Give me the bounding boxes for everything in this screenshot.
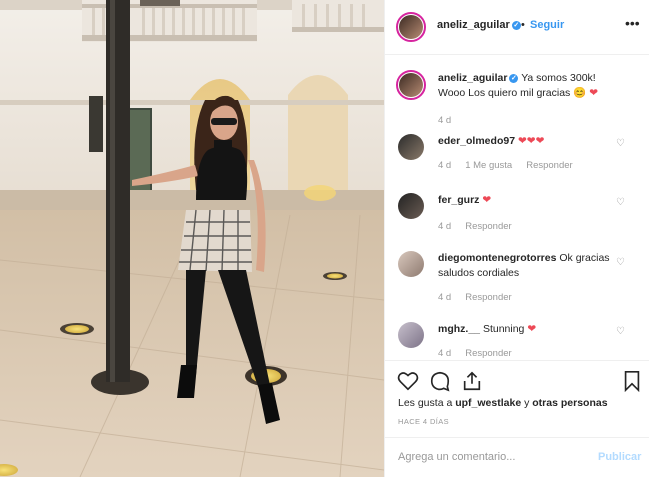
comment-meta: 4 d Responder	[438, 348, 526, 358]
commenter-avatar[interactable]	[398, 322, 424, 348]
commenter-avatar[interactable]	[398, 193, 424, 219]
separator-dot: •	[521, 19, 525, 31]
publish-button[interactable]: Publicar	[598, 451, 641, 463]
caption-text-block: aneliz_aguilar ✓ Ya somos 300k! Wooo Los …	[438, 71, 618, 101]
comment-meta: 4 d 1 Me gusta Responder	[438, 160, 587, 171]
caption-meta: 4 d	[438, 115, 465, 126]
comment-time[interactable]: 4 d	[438, 160, 451, 171]
comment-text-block: mghz.__ Stunning ❤	[438, 322, 618, 337]
post-photo[interactable]	[0, 0, 384, 477]
caption-time[interactable]: 4 d	[438, 115, 451, 126]
comment-meta: 4 d Responder	[438, 221, 526, 232]
add-comment-bar: Agrega un comentario... Publicar	[385, 437, 649, 477]
comment-meta: 4 d Responder	[438, 292, 526, 303]
comment-bubble-icon[interactable]	[429, 370, 451, 392]
comment-text: Stunning	[482, 323, 525, 335]
share-icon[interactable]	[461, 370, 483, 392]
instagram-post: aneliz_aguilar ✓ • Seguir ••• aneliz_agui…	[0, 0, 649, 477]
ellipsis-icon[interactable]: •••	[625, 15, 640, 31]
comment-username[interactable]: eder_olmedo97	[438, 135, 515, 147]
verified-badge-icon: ✓	[509, 73, 519, 83]
author-username[interactable]: aneliz_aguilar ✓	[437, 19, 521, 31]
comments-list[interactable]: aneliz_aguilar ✓ Ya somos 300k! Wooo Los …	[385, 56, 649, 358]
commenter-avatar[interactable]	[398, 251, 424, 277]
caption-username[interactable]: aneliz_aguilar	[438, 72, 507, 84]
comment-text-block: diegomontenegrotorres Ok gracias saludos…	[438, 251, 618, 281]
heart-emoji-icon: ❤	[527, 323, 537, 335]
comment-input[interactable]: Agrega un comentario...	[398, 451, 515, 463]
heart-emoji-icon: ❤	[517, 135, 527, 147]
bookmark-icon[interactable]	[621, 370, 643, 392]
reply-button[interactable]: Responder	[465, 348, 511, 358]
comment-time[interactable]: 4 d	[438, 221, 451, 232]
commenter-avatar[interactable]	[398, 134, 424, 160]
like-comment-heart-icon[interactable]: ♡	[616, 257, 625, 268]
heart-emoji-icon: ❤	[482, 194, 492, 206]
post-timestamp[interactable]: HACE 4 DÍAS	[398, 417, 449, 426]
like-heart-icon[interactable]	[397, 370, 419, 392]
like-comment-heart-icon[interactable]: ♡	[616, 138, 625, 149]
liked-by-user[interactable]: upf_westlake	[455, 397, 521, 409]
comment-username[interactable]: mghz.__	[438, 323, 480, 335]
post-actions: Les gusta a upf_westlake y otras persona…	[385, 360, 649, 436]
comment-username[interactable]: diegomontenegrotorres	[438, 252, 556, 264]
liked-by-suffix: y	[524, 397, 530, 409]
heart-emoji-icon: ❤	[526, 135, 536, 147]
reply-button[interactable]: Responder	[526, 160, 572, 171]
comment-time[interactable]: 4 d	[438, 292, 451, 303]
liked-by-others[interactable]: otras personas	[532, 397, 607, 409]
story-ring[interactable]	[396, 12, 426, 42]
photo-illustration	[0, 0, 384, 477]
liked-by-text: Les gusta a upf_westlake y otras persona…	[398, 397, 608, 409]
like-comment-heart-icon[interactable]: ♡	[616, 326, 625, 337]
post-side-panel: aneliz_aguilar ✓ • Seguir ••• aneliz_agui…	[384, 0, 649, 477]
post-header: aneliz_aguilar ✓ • Seguir •••	[385, 0, 649, 55]
heart-emoji-icon: ❤	[589, 87, 599, 99]
follow-button[interactable]: Seguir	[530, 19, 564, 31]
comment-username[interactable]: fer_gurz	[438, 194, 479, 206]
author-username-text[interactable]: aneliz_aguilar	[437, 19, 510, 31]
author-avatar[interactable]	[399, 15, 423, 39]
comment-text-block: fer_gurz ❤	[438, 193, 618, 208]
reply-button[interactable]: Responder	[465, 221, 511, 232]
heart-emoji-icon: ❤	[535, 135, 545, 147]
comment-text-block: eder_olmedo97 ❤❤❤	[438, 134, 618, 149]
liked-by-prefix: Les gusta a	[398, 397, 453, 409]
reply-button[interactable]: Responder	[465, 292, 511, 303]
comment-time[interactable]: 4 d	[438, 348, 451, 358]
story-ring[interactable]	[396, 70, 426, 100]
author-avatar[interactable]	[399, 73, 423, 97]
comment-likes[interactable]: 1 Me gusta	[465, 160, 512, 171]
like-comment-heart-icon[interactable]: ♡	[616, 197, 625, 208]
verified-badge-icon: ✓	[511, 20, 521, 30]
